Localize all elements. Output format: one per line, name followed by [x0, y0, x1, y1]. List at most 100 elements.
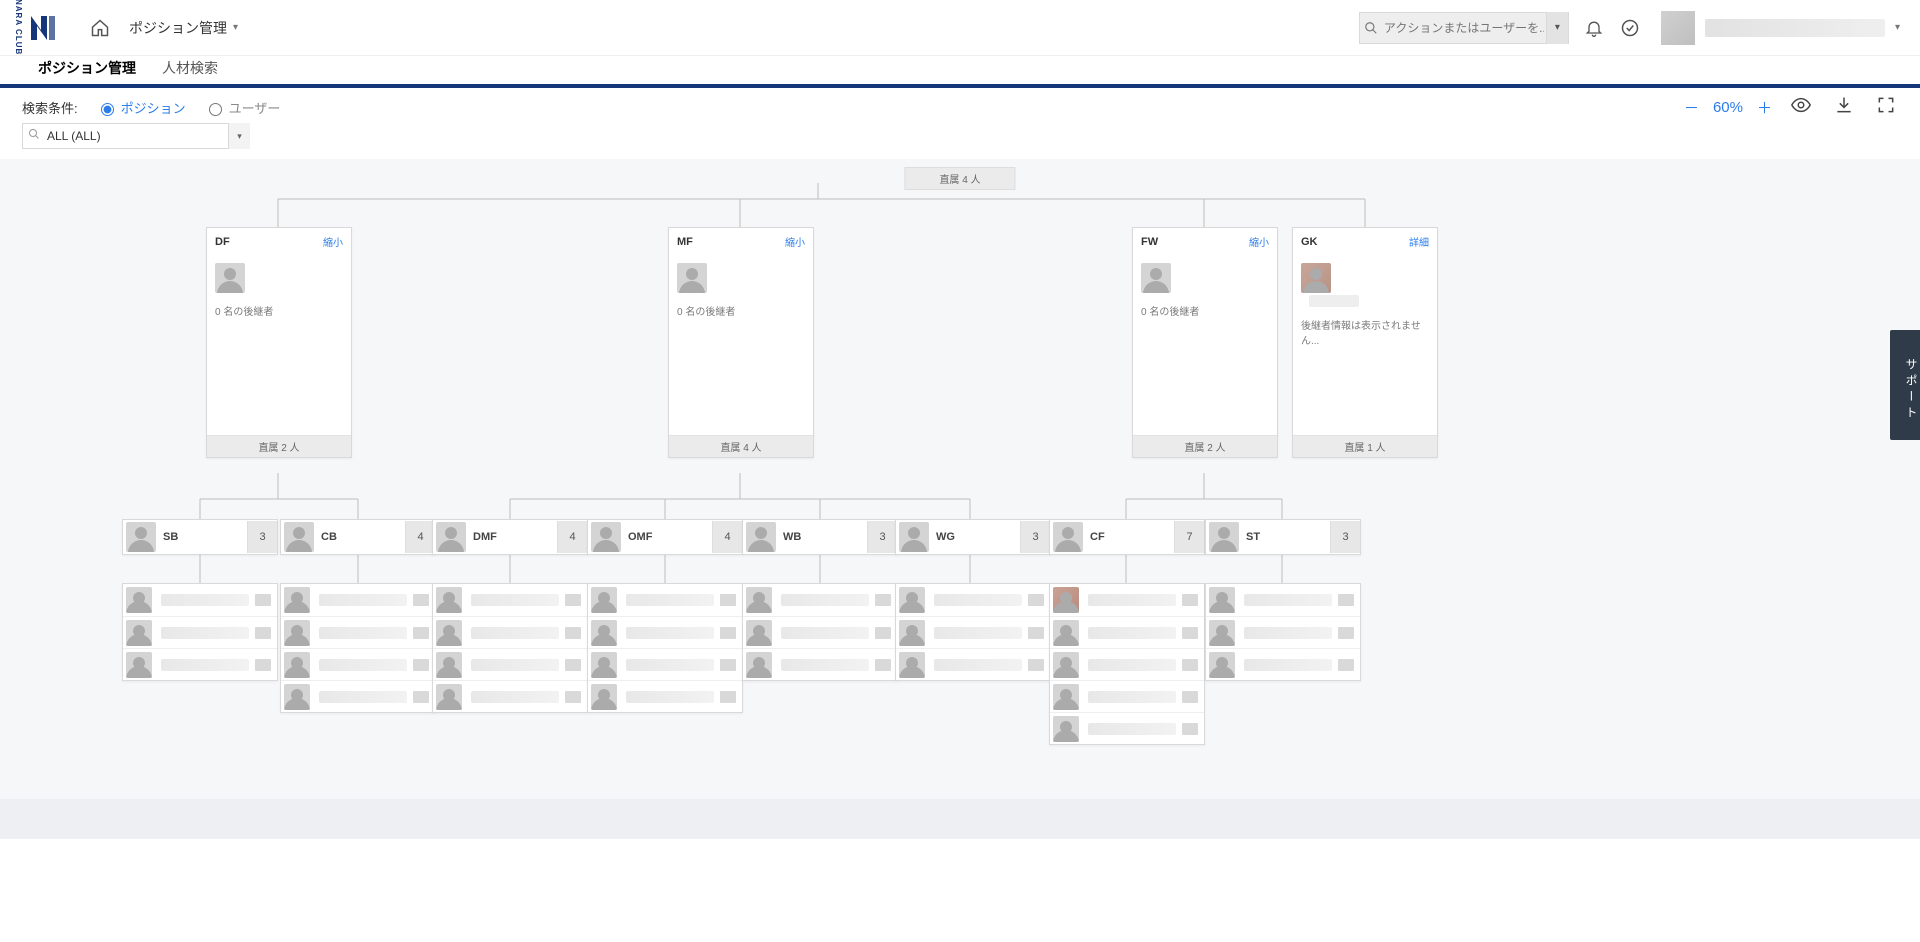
eye-icon[interactable]: [1790, 94, 1812, 121]
user-menu[interactable]: ▾: [1655, 10, 1906, 46]
radio-user-input[interactable]: [209, 103, 222, 116]
leaf-list-wb[interactable]: [742, 583, 898, 681]
leaf-list-sb[interactable]: [122, 583, 278, 681]
scope-select[interactable]: ▾: [22, 123, 250, 149]
radio-user[interactable]: ユーザー: [204, 98, 281, 117]
leaf-list-st[interactable]: [1205, 583, 1361, 681]
home-icon[interactable]: [89, 17, 111, 39]
global-search-input[interactable]: [1382, 20, 1546, 36]
search-dropdown-toggle[interactable]: ▾: [1546, 12, 1568, 44]
card-title: DF: [215, 236, 230, 248]
check-circle-icon[interactable]: [1619, 17, 1641, 39]
person-icon: [1053, 620, 1079, 646]
type-tag: [1182, 627, 1198, 639]
type-tag: [1182, 659, 1198, 671]
type-tag: [413, 659, 429, 671]
zoom-in-button[interactable]: ＋: [1757, 97, 1772, 118]
type-tag: [413, 627, 429, 639]
tab-people-search[interactable]: 人材検索: [162, 58, 218, 84]
position-card-df[interactable]: DF縮小 0 名の後継者 直属 2 人: [206, 227, 352, 458]
position-tile-sb[interactable]: SB3: [122, 519, 278, 555]
member-name-placeholder: [934, 627, 1022, 639]
support-tab[interactable]: サポート: [1890, 330, 1920, 440]
person-icon: [1209, 652, 1235, 678]
position-tile-dmf[interactable]: DMF4: [432, 519, 588, 555]
list-item[interactable]: [281, 680, 435, 712]
list-item[interactable]: [123, 584, 277, 616]
list-item[interactable]: [1206, 584, 1360, 616]
list-item[interactable]: [281, 616, 435, 648]
member-name-placeholder: [1244, 627, 1332, 639]
expand-icon[interactable]: [1876, 95, 1896, 120]
tile-count: 7: [1174, 521, 1204, 553]
leaf-list-cb[interactable]: [280, 583, 436, 713]
list-item[interactable]: [433, 584, 587, 616]
leaf-list-omf[interactable]: [587, 583, 743, 713]
person-icon: [591, 620, 617, 646]
scope-select-input[interactable]: [22, 123, 250, 149]
position-card-mf[interactable]: MF縮小 0 名の後継者 直属 4 人: [668, 227, 814, 458]
position-tile-st[interactable]: ST3: [1205, 519, 1361, 555]
list-item[interactable]: [896, 616, 1050, 648]
person-icon: [591, 587, 617, 613]
list-item[interactable]: [123, 616, 277, 648]
type-tag: [720, 594, 736, 606]
list-item[interactable]: [588, 584, 742, 616]
position-tile-wb[interactable]: WB3: [742, 519, 898, 555]
tile-count: 3: [247, 521, 277, 553]
person-icon: [1209, 587, 1235, 613]
org-chart-canvas[interactable]: 直属 4 人 DF縮小 0 名の後継者: [0, 159, 1920, 799]
list-item[interactable]: [433, 616, 587, 648]
card-action-link[interactable]: 詳細: [1409, 234, 1429, 249]
list-item[interactable]: [896, 584, 1050, 616]
zoom-out-button[interactable]: －: [1684, 97, 1699, 118]
global-search[interactable]: ▾: [1359, 12, 1569, 44]
nav-crumb[interactable]: ポジション管理 ▾: [129, 18, 238, 38]
card-info: 0 名の後継者: [1141, 303, 1269, 318]
list-item[interactable]: [588, 648, 742, 680]
leaf-list-wg[interactable]: [895, 583, 1051, 681]
list-item[interactable]: [743, 584, 897, 616]
chevron-down-icon[interactable]: ▾: [228, 123, 250, 149]
list-item[interactable]: [1050, 648, 1204, 680]
chevron-down-icon: ▾: [1895, 22, 1900, 33]
list-item[interactable]: [1050, 584, 1204, 616]
radio-position-input[interactable]: [101, 103, 114, 116]
list-item[interactable]: [743, 616, 897, 648]
leaf-list-cf[interactable]: [1049, 583, 1205, 745]
person-icon: [591, 652, 617, 678]
position-tile-cf[interactable]: CF 7: [1049, 519, 1205, 555]
list-item[interactable]: [588, 680, 742, 712]
list-item[interactable]: [1050, 680, 1204, 712]
list-item[interactable]: [433, 648, 587, 680]
list-item[interactable]: [123, 648, 277, 680]
position-card-fw[interactable]: FW縮小 0 名の後継者 直属 2 人: [1132, 227, 1278, 458]
tab-position-mgmt[interactable]: ポジション管理: [38, 58, 136, 84]
list-item[interactable]: [1206, 648, 1360, 680]
list-item[interactable]: [1050, 712, 1204, 744]
position-tile-omf[interactable]: OMF4: [587, 519, 743, 555]
list-item[interactable]: [896, 648, 1050, 680]
radio-position[interactable]: ポジション: [96, 98, 186, 117]
card-action-link[interactable]: 縮小: [785, 234, 805, 249]
list-item[interactable]: [433, 680, 587, 712]
card-action-link[interactable]: 縮小: [323, 234, 343, 249]
person-icon: [1053, 684, 1079, 710]
card-action-link[interactable]: 縮小: [1249, 234, 1269, 249]
list-item[interactable]: [281, 584, 435, 616]
person-icon: [1053, 652, 1079, 678]
download-icon[interactable]: [1834, 95, 1854, 120]
tile-label: CF: [1090, 531, 1105, 543]
list-item[interactable]: [281, 648, 435, 680]
member-name-placeholder: [1088, 659, 1176, 671]
leaf-list-dmf[interactable]: [432, 583, 588, 713]
list-item[interactable]: [1206, 616, 1360, 648]
person-icon: [1209, 620, 1235, 646]
list-item[interactable]: [588, 616, 742, 648]
position-tile-wg[interactable]: WG3: [895, 519, 1051, 555]
position-tile-cb[interactable]: CB4: [280, 519, 436, 555]
bell-icon[interactable]: [1583, 17, 1605, 39]
position-card-gk[interactable]: GK詳細 後継者情報は表示されません... 直属 1 人: [1292, 227, 1438, 458]
list-item[interactable]: [743, 648, 897, 680]
list-item[interactable]: [1050, 616, 1204, 648]
